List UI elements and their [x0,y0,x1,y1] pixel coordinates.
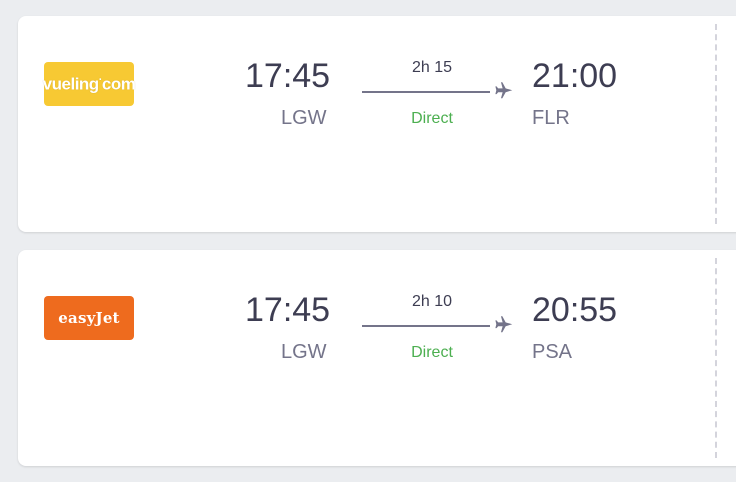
departure-time: 17:45 [245,57,331,95]
route-line [362,91,490,93]
arrival-airport: FLR [532,107,570,129]
easyjet-logo-text: easyJet [58,309,120,327]
vueling-logo-text: vueling·com [42,73,136,94]
plane-icon [495,316,513,333]
arrival-time: 20:55 [532,291,618,329]
stops-label: Direct [411,110,453,127]
stops-label: Direct [411,344,453,361]
flight-card[interactable]: vueling·com 17:45 LGW 2h 15 Direct 21:00… [18,16,736,232]
departure-time: 17:45 [245,291,331,329]
arrival-time: 21:00 [532,57,618,95]
departure-airport: LGW [281,341,327,363]
easyjet-logo: easyJet [44,296,134,340]
plane-icon [495,82,513,99]
flight-duration: 2h 15 [411,59,453,76]
ticket-perforation [715,24,717,224]
ticket-perforation [715,258,717,458]
flight-duration: 2h 10 [411,293,453,310]
departure-airport: LGW [281,107,327,129]
arrival-airport: PSA [532,341,573,363]
flight-card[interactable]: easyJet 17:45 LGW 2h 10 Direct 20:55 PSA [18,250,736,466]
route-line [362,325,490,327]
vueling-logo: vueling·com [42,62,136,106]
